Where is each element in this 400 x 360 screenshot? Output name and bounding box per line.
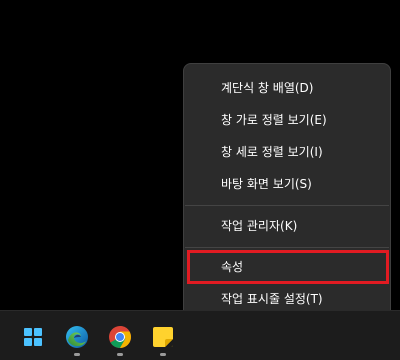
menu-item-label: 계단식 창 배열(D) [221, 81, 314, 95]
menu-item-cascade-windows[interactable]: 계단식 창 배열(D) [189, 72, 385, 104]
menu-item-label: 창 가로 정렬 보기(E) [221, 113, 327, 127]
taskbar-app-edge[interactable] [59, 319, 95, 356]
sticky-notes-icon [153, 327, 173, 347]
menu-item-task-manager[interactable]: 작업 관리자(K) [189, 210, 385, 242]
menu-item-label: 창 세로 정렬 보기(I) [221, 145, 323, 159]
menu-item-side-by-side[interactable]: 창 세로 정렬 보기(I) [189, 136, 385, 168]
highlight-box [187, 250, 389, 284]
menu-item-show-desktop[interactable]: 바탕 화면 보기(S) [189, 168, 385, 200]
running-indicator [74, 353, 80, 356]
menu-item-label: 바탕 화면 보기(S) [221, 177, 312, 191]
menu-item-stack-windows[interactable]: 창 가로 정렬 보기(E) [189, 104, 385, 136]
taskbar-app-sticky-notes[interactable] [145, 319, 181, 356]
running-indicator [160, 353, 166, 356]
windows-start-icon [24, 328, 42, 346]
menu-separator [185, 205, 389, 206]
taskbar-app-chrome[interactable] [102, 319, 138, 356]
running-indicator [117, 353, 123, 356]
desktop: 계단식 창 배열(D) 창 가로 정렬 보기(E) 창 세로 정렬 보기(I) … [0, 0, 400, 360]
menu-item-label: 작업 관리자(K) [221, 219, 298, 233]
menu-separator [185, 247, 389, 248]
chrome-icon [109, 326, 131, 348]
taskbar[interactable] [0, 310, 400, 360]
menu-item-label: 작업 표시줄 설정(T) [221, 292, 323, 306]
start-button[interactable] [15, 319, 51, 355]
edge-icon [66, 326, 88, 348]
